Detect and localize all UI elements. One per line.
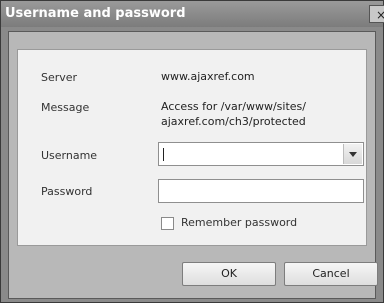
chevron-down-icon	[349, 152, 357, 157]
dropdown-button[interactable]	[343, 144, 362, 164]
dialog-title: Username and password	[5, 6, 186, 21]
message-line-1: Access for /var/www/sites/	[161, 100, 306, 113]
server-label: Server	[41, 71, 78, 84]
cancel-button[interactable]: Cancel	[284, 262, 378, 286]
server-value: www.ajaxref.com	[161, 70, 255, 83]
titlebar[interactable]: Username and password ×	[1, 1, 384, 27]
remember-password-label[interactable]: Remember password	[181, 216, 297, 229]
password-field[interactable]	[158, 179, 364, 203]
close-icon[interactable]: ×	[369, 5, 384, 23]
ok-button[interactable]: OK	[182, 262, 276, 286]
text-cursor	[163, 148, 164, 161]
message-label: Message	[41, 101, 90, 114]
password-label: Password	[41, 185, 93, 198]
username-combobox[interactable]	[158, 142, 364, 166]
message-line-2: ajaxref.com/ch3/protected	[161, 115, 306, 128]
login-dialog: Username and password × Server www.ajaxr…	[0, 0, 384, 303]
username-label: Username	[41, 149, 98, 162]
remember-password-checkbox[interactable]	[161, 217, 174, 230]
